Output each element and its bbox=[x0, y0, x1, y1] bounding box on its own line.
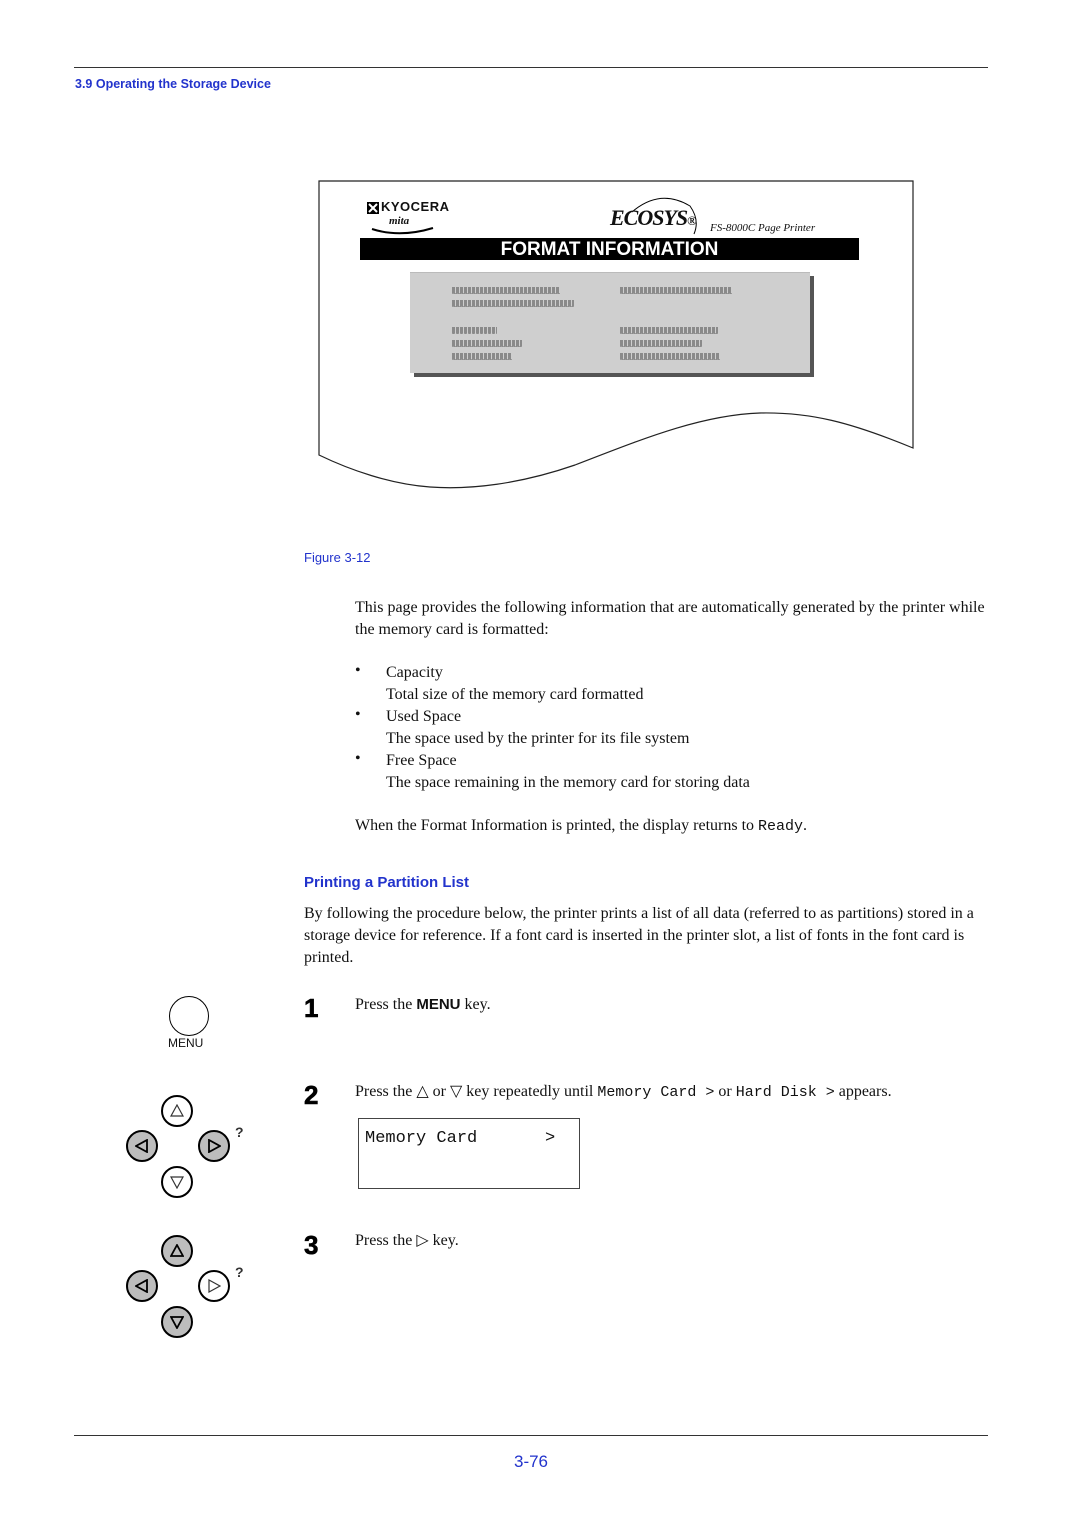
format-information-title: FORMAT INFORMATION bbox=[360, 238, 859, 260]
down-key[interactable] bbox=[161, 1166, 193, 1198]
menu-key-name: MENU bbox=[416, 996, 461, 1013]
mita-logo: mita bbox=[389, 215, 410, 227]
ecosys-logo: ECOSYS® bbox=[610, 205, 697, 231]
right-arrow-icon bbox=[208, 1139, 221, 1153]
help-mark-icon: ? bbox=[235, 1264, 244, 1280]
figure-caption: Figure 3-12 bbox=[304, 550, 371, 565]
partition-list-heading: Printing a Partition List bbox=[304, 874, 470, 891]
down-arrow-icon bbox=[170, 1316, 184, 1329]
redacted-text-line bbox=[452, 300, 574, 307]
lcd-arrow: > bbox=[545, 1129, 556, 1148]
redacted-text-line bbox=[452, 340, 522, 347]
menu-key[interactable] bbox=[169, 996, 209, 1036]
memory-card-code: Memory Card > bbox=[597, 1084, 715, 1101]
kyocera-logo: KYOCERA bbox=[381, 199, 450, 214]
right-arrow-icon bbox=[208, 1279, 221, 1293]
step-number: 3 bbox=[304, 1230, 319, 1261]
registered-mark: ® bbox=[687, 213, 697, 228]
up-arrow-icon bbox=[170, 1244, 184, 1257]
help-mark-icon: ? bbox=[235, 1124, 244, 1140]
step-1-pre: Press the bbox=[355, 996, 417, 1013]
redacted-text-line bbox=[620, 353, 720, 360]
intro-paragraph: This page provides the following informa… bbox=[355, 599, 985, 638]
redacted-text-line bbox=[452, 287, 560, 294]
step-3-text: Press the ▷ key. bbox=[355, 1232, 459, 1249]
step-2-mid: or bbox=[714, 1083, 736, 1100]
ecosys-logo-text: ECOSYS bbox=[610, 205, 688, 230]
ready-code: Ready bbox=[758, 818, 804, 835]
list-item-term: Free Space bbox=[386, 752, 457, 769]
bullet-glyph: • bbox=[355, 706, 361, 723]
list-item-term: Capacity bbox=[386, 664, 443, 681]
right-key[interactable] bbox=[198, 1130, 230, 1162]
return-text-post: . bbox=[803, 817, 808, 834]
left-arrow-icon bbox=[135, 1279, 148, 1293]
step-2-pre: Press the △ or ▽ key repeatedly until bbox=[355, 1083, 598, 1100]
step-number: 2 bbox=[304, 1080, 319, 1111]
page-number: 3-76 bbox=[513, 1452, 549, 1471]
return-ready-text: When the Format Information is printed, … bbox=[355, 815, 807, 838]
step-1-text: Press the MENU key. bbox=[355, 994, 491, 1016]
step-2-post: appears. bbox=[834, 1083, 892, 1100]
menu-key-label: MENU bbox=[168, 1036, 204, 1050]
return-text-pre: When the Format Information is printed, … bbox=[355, 817, 759, 834]
bullet-glyph: • bbox=[355, 750, 361, 767]
down-arrow-icon bbox=[170, 1176, 184, 1189]
list-item-desc: The space used by the printer for its fi… bbox=[386, 730, 690, 747]
format-information-printout: KYOCERA mita ECOSYS® FS-8000C Page Print… bbox=[0, 0, 1080, 520]
lcd-line-1: Memory Card bbox=[365, 1129, 478, 1148]
hard-disk-code: Hard Disk > bbox=[735, 1084, 835, 1101]
up-key[interactable] bbox=[161, 1235, 193, 1267]
partition-description: By following the procedure below, the pr… bbox=[304, 905, 974, 966]
redacted-text-line bbox=[620, 340, 702, 347]
step-1-post: key. bbox=[460, 996, 491, 1013]
redacted-text-line bbox=[452, 327, 497, 334]
format-info-data-box bbox=[410, 272, 810, 373]
printer-model: FS-8000C Page Printer bbox=[710, 222, 816, 234]
step-number: 1 bbox=[304, 993, 319, 1024]
list-item-desc: Total size of the memory card formatted bbox=[386, 686, 644, 703]
footer-rule bbox=[74, 1435, 988, 1436]
lcd-display: Memory Card > bbox=[358, 1118, 580, 1189]
redacted-text-line bbox=[620, 287, 732, 294]
left-key[interactable] bbox=[126, 1130, 158, 1162]
up-arrow-icon bbox=[170, 1104, 184, 1117]
list-item-term: Used Space bbox=[386, 708, 462, 725]
right-key[interactable] bbox=[198, 1270, 230, 1302]
step-2-text: Press the △ or ▽ key repeatedly until Me… bbox=[355, 1081, 892, 1104]
down-key[interactable] bbox=[161, 1306, 193, 1338]
left-arrow-icon bbox=[135, 1139, 148, 1153]
redacted-text-line bbox=[620, 327, 718, 334]
left-key[interactable] bbox=[126, 1270, 158, 1302]
up-key[interactable] bbox=[161, 1095, 193, 1127]
bullet-glyph: • bbox=[355, 662, 361, 679]
redacted-text-line bbox=[452, 353, 512, 360]
list-item-desc: The space remaining in the memory card f… bbox=[386, 774, 750, 791]
kyocera-mark-icon bbox=[367, 202, 379, 214]
